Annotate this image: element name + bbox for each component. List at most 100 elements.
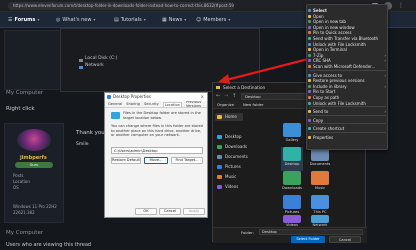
menu-item-icon xyxy=(308,31,311,35)
user-stat-label: Posts xyxy=(13,173,24,178)
post-text: Smile xyxy=(76,142,89,147)
tab-general[interactable]: General xyxy=(108,102,122,106)
move-button[interactable]: Move... xyxy=(144,157,168,164)
tab-location[interactable]: Location xyxy=(162,101,182,107)
desktop-folder-icon xyxy=(111,112,120,119)
menu-item-icon xyxy=(308,48,311,52)
download-folder-icon xyxy=(283,171,301,185)
location-path-field[interactable]: C:\Users\admin\Desktop xyxy=(111,147,203,154)
user-os: Windows 11 Pro 22H2 xyxy=(13,204,57,209)
nav-tutorials[interactable]: ▤ Tutorials ▾ xyxy=(114,16,146,24)
properties-dialog: Desktop Properties × General Sharing Sec… xyxy=(104,92,208,218)
folder-footer: Folder: Desktop Select Folder Cancel xyxy=(213,227,367,243)
menu-item-icon xyxy=(308,118,311,122)
computer-icon xyxy=(311,195,329,209)
new-folder-button[interactable]: New folder xyxy=(243,102,264,107)
tree-item-local-disk[interactable]: Local Disk (C:) xyxy=(85,56,117,61)
drive-icon xyxy=(79,59,83,62)
menu-item-icon xyxy=(308,84,311,88)
ok-button[interactable]: OK xyxy=(135,208,157,215)
avatar[interactable] xyxy=(17,129,51,151)
music-icon xyxy=(217,175,222,179)
menu-item-icon xyxy=(308,25,311,29)
menu-item-properties[interactable]: Properties xyxy=(307,134,389,141)
picture-icon xyxy=(217,165,222,169)
cancel-button[interactable]: Cancel xyxy=(159,208,181,215)
folder-desktop[interactable]: Desktop xyxy=(281,147,303,171)
tab-security[interactable]: Security xyxy=(144,102,159,106)
apply-button[interactable]: Apply xyxy=(183,208,205,215)
sidebar-item-desktop[interactable]: Desktop xyxy=(215,133,243,141)
select-folder-button[interactable]: Select Folder xyxy=(291,236,325,243)
find-target-button[interactable]: Find Target... xyxy=(171,157,203,164)
home-icon: ☰ xyxy=(8,17,13,23)
location-help: You can change where files in this folde… xyxy=(111,124,203,138)
desktop-icon xyxy=(217,135,222,139)
breadcrumb-desktop[interactable]: Desktop xyxy=(245,94,261,99)
context-menu: Select Open Open in new tab Open in new win… xyxy=(306,4,388,150)
dialog-title: Desktop Properties xyxy=(113,94,151,99)
nav-whats-new[interactable]: ◎ What's new ▾ xyxy=(56,16,95,24)
menu-item-icon xyxy=(308,9,311,12)
menu-item-label: Unlock with File Locksmith xyxy=(313,100,366,106)
menu-item-icon xyxy=(308,90,311,94)
folder-music[interactable]: Music xyxy=(309,171,331,195)
menu-item-icon xyxy=(308,96,311,99)
tree-item-network[interactable]: Network xyxy=(85,63,104,68)
sidebar-item-pictures[interactable]: Pictures xyxy=(215,163,243,171)
book-icon: ▤ xyxy=(114,17,119,23)
forward-arrow-icon[interactable]: → xyxy=(224,93,228,99)
nav-news[interactable]: ▦ News ▾ xyxy=(162,16,186,24)
chevron-down-icon: ▾ xyxy=(93,17,96,22)
user-badge: Guru xyxy=(15,162,53,168)
username[interactable]: jimbperfs xyxy=(20,155,47,161)
folder-gallery[interactable]: Gallery xyxy=(281,123,303,147)
menu-separator xyxy=(310,69,386,71)
menu-item-icon xyxy=(308,136,311,139)
user-stat-label: Location xyxy=(13,179,30,184)
sidebar-item-home[interactable]: Home xyxy=(215,113,243,121)
menu-separator xyxy=(310,114,386,116)
new-icon: ◎ xyxy=(56,17,61,23)
nav-forums[interactable]: ☰ Forums ▾ xyxy=(8,16,39,24)
video-folder-icon xyxy=(283,215,301,223)
menu-item-icon xyxy=(308,73,311,77)
home-icon xyxy=(217,115,222,119)
sidebar-item-downloads[interactable]: Downloads xyxy=(215,143,247,151)
tab-previous-versions[interactable]: Previous Versions xyxy=(186,100,204,108)
folder-downloads[interactable]: Downloads xyxy=(281,171,303,195)
address-bar[interactable]: https://www.elevenforum.com/t/desktop-fo… xyxy=(8,2,234,10)
dialog-title-bar: Desktop Properties × xyxy=(105,93,207,101)
news-icon: ▦ xyxy=(162,17,167,23)
my-computer-label[interactable]: My Computer xyxy=(6,230,43,236)
picture-folder-icon xyxy=(283,195,301,209)
sidebar-item-music[interactable]: Music xyxy=(215,173,243,181)
menu-icon[interactable]: ⋮ xyxy=(398,2,404,9)
menu-item-label: Copy xyxy=(313,117,324,123)
menu-item-label: Create shortcut xyxy=(313,126,345,132)
music-folder-icon xyxy=(311,171,329,185)
download-icon xyxy=(217,145,222,149)
my-computer-label[interactable]: My Computer xyxy=(6,90,43,96)
video-icon xyxy=(217,185,222,189)
folder-icon xyxy=(216,86,220,89)
document-icon xyxy=(217,155,222,159)
back-arrow-icon[interactable]: ← xyxy=(216,93,220,99)
close-icon[interactable]: × xyxy=(201,93,204,101)
nav-members[interactable]: ☺ Members ▾ xyxy=(196,16,230,24)
sidebar-item-documents[interactable]: Documents xyxy=(215,153,248,161)
cancel-button[interactable]: Cancel xyxy=(329,236,361,243)
restore-default-button[interactable]: Restore Default xyxy=(111,157,141,164)
gallery-icon xyxy=(283,123,301,137)
folder-icon xyxy=(107,95,111,99)
tab-sharing[interactable]: Sharing xyxy=(126,102,140,106)
folder-documents[interactable]: Documents xyxy=(309,147,331,171)
network-folder-icon xyxy=(311,215,329,223)
organize-button[interactable]: Organize xyxy=(217,102,234,107)
location-description: Files in the Desktop folder are stored i… xyxy=(123,111,201,120)
user-panel: jimbperfs Guru Posts Location OS Windows… xyxy=(4,123,64,223)
up-arrow-icon[interactable]: ↑ xyxy=(232,93,236,99)
sidebar-item-videos[interactable]: Videos xyxy=(215,183,243,191)
folder-name-input[interactable]: Desktop xyxy=(259,229,363,235)
viewing-users: Users who are viewing this thread xyxy=(6,242,92,248)
